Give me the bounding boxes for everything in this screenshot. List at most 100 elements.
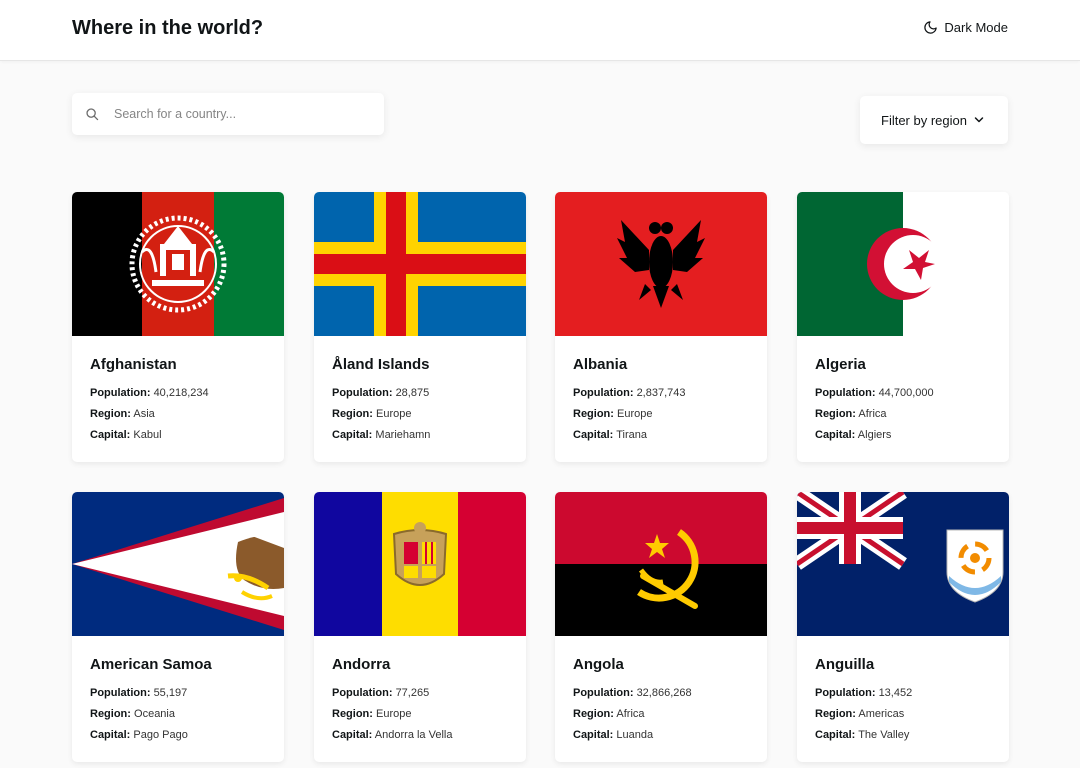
region-filter-dropdown[interactable]: Filter by region [860,96,1008,144]
country-card-albania[interactable]: Albania Population: 2,837,743 Region: Eu… [555,192,767,462]
flag-aland-islands [314,192,526,336]
population-row: Population: 28,875 [332,387,429,399]
population-label: Population: [90,387,151,399]
region-row: Region: Asia [90,408,155,420]
population-row: Population: 55,197 [90,687,187,699]
region-value: Africa [858,408,887,420]
dark-mode-toggle[interactable]: Dark Mode [923,20,1008,35]
population-label: Population: [332,387,393,399]
capital-row: Capital: The Valley [815,729,909,741]
country-name: Angola [573,656,624,673]
flag-afghanistan [72,192,284,336]
capital-value: The Valley [858,729,910,741]
region-value: Asia [133,408,155,420]
country-name: American Samoa [90,656,212,673]
capital-label: Capital: [90,729,131,741]
population-label: Population: [332,687,393,699]
chevron-down-icon [974,117,984,123]
region-value: Europe [376,708,412,720]
moon-icon [924,21,938,34]
capital-row: Capital: Luanda [573,729,653,741]
region-row: Region: Oceania [90,708,175,720]
country-name: Albania [573,356,628,373]
country-card-algeria[interactable]: Algeria Population: 44,700,000 Region: A… [797,192,1009,462]
region-row: Region: Americas [815,708,904,720]
region-value: Africa [616,708,645,720]
capital-value: Andorra la Vella [374,729,453,741]
app-title: Where in the world? [72,17,264,39]
capital-label: Capital: [573,429,614,441]
flag-angola [555,492,767,636]
region-label: Region: [573,408,614,420]
flag-algeria [797,192,1009,336]
capital-value: Kabul [133,429,162,441]
flag-american-samoa [72,492,284,636]
population-row: Population: 2,837,743 [573,387,686,399]
country-card-american-samoa[interactable]: American Samoa Population: 55,197 Region… [72,492,284,762]
region-label: Region: [815,708,856,720]
country-card-aland-islands[interactable]: Åland Islands Population: 28,875 Region:… [314,192,526,462]
capital-value: Algiers [857,429,892,441]
region-row: Region: Europe [573,408,653,420]
capital-value: Luanda [616,729,654,741]
population-label: Population: [815,387,876,399]
country-name: Afghanistan [90,356,177,373]
region-row: Region: Europe [332,408,412,420]
capital-value: Mariehamn [375,429,431,441]
population-value: 55,197 [153,687,188,699]
country-card-andorra[interactable]: Andorra Population: 77,265 Region: Europ… [314,492,526,762]
population-label: Population: [573,387,634,399]
capital-label: Capital: [332,429,373,441]
population-label: Population: [815,687,876,699]
capital-value: Pago Pago [133,729,188,741]
region-value: Oceania [134,708,175,720]
capital-value: Tirana [616,429,647,441]
population-value: 2,837,743 [636,387,686,399]
population-value: 13,452 [878,687,913,699]
population-row: Population: 44,700,000 [815,387,934,399]
capital-label: Capital: [90,429,131,441]
region-label: Region: [332,408,373,420]
search-box[interactable] [72,93,384,135]
country-name: Andorra [332,656,391,673]
capital-row: Capital: Kabul [90,429,162,441]
flag-albania [555,192,767,336]
region-value: Europe [617,408,653,420]
capital-row: Capital: Algiers [815,429,891,441]
top-bar: Where in the world? Dark Mode [0,0,1080,61]
country-card-angola[interactable]: Angola Population: 32,866,268 Region: Af… [555,492,767,762]
population-value: 44,700,000 [878,387,934,399]
country-name: Åland Islands [332,356,430,373]
country-name: Algeria [815,356,866,373]
flag-andorra [314,492,526,636]
region-label: Region: [90,408,131,420]
capital-row: Capital: Andorra la Vella [332,729,452,741]
population-row: Population: 32,866,268 [573,687,692,699]
region-row: Region: Europe [332,708,412,720]
search-input[interactable] [114,93,374,135]
capital-label: Capital: [332,729,373,741]
region-label: Region: [573,708,614,720]
search-icon [86,108,99,121]
population-label: Population: [90,687,151,699]
dark-mode-label: Dark Mode [944,20,1008,35]
country-name: Anguilla [815,656,875,673]
population-row: Population: 40,218,234 [90,387,209,399]
country-card-anguilla[interactable]: Anguilla Population: 13,452 Region: Amer… [797,492,1009,762]
region-label: Region: [332,708,373,720]
region-label: Region: [815,408,856,420]
population-value: 40,218,234 [153,387,209,399]
region-value: Europe [376,408,412,420]
capital-row: Capital: Pago Pago [90,729,188,741]
capital-label: Capital: [815,729,856,741]
region-value: Americas [858,708,905,720]
population-label: Population: [573,687,634,699]
capital-label: Capital: [573,729,614,741]
region-filter-label: Filter by region [881,112,967,128]
country-card-afghanistan[interactable]: Afghanistan Population: 40,218,234 Regio… [72,192,284,462]
population-row: Population: 77,265 [332,687,429,699]
population-value: 77,265 [395,687,430,699]
population-value: 28,875 [395,387,430,399]
flag-anguilla [797,492,1009,636]
region-label: Region: [90,708,131,720]
